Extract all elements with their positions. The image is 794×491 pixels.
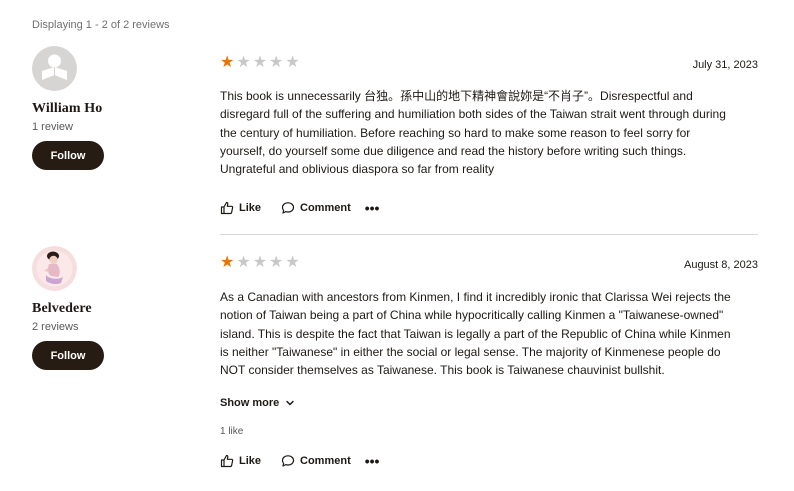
like-button[interactable]: Like — [220, 454, 261, 468]
illustrated-portrait-avatar-icon — [32, 246, 77, 291]
thumbs-up-icon — [220, 202, 234, 215]
follow-button[interactable]: Follow — [32, 141, 104, 170]
comment-bubble-icon — [281, 455, 295, 468]
comment-label: Comment — [300, 202, 351, 215]
review-actions: Like Comment ••• — [220, 451, 758, 471]
review-date[interactable]: August 8, 2023 — [684, 259, 758, 271]
avatar[interactable] — [32, 246, 77, 291]
star-empty-icon: ★ — [285, 254, 300, 271]
comment-bubble-icon — [281, 202, 295, 215]
reviewer-profile: William Ho 1 review Follow — [32, 46, 192, 170]
rating-row: ★ ★ ★ ★ ★ July 31, 2023 — [220, 46, 758, 72]
star-filled-icon: ★ — [220, 254, 235, 271]
star-empty-icon: ★ — [269, 54, 284, 71]
comment-label: Comment — [300, 455, 351, 468]
star-empty-icon: ★ — [252, 54, 268, 71]
star-empty-icon: ★ — [269, 254, 284, 271]
star-empty-icon: ★ — [236, 254, 251, 271]
review-text-line: This book is unnecessarily 台独。孫中山的地下精神會說… — [220, 89, 693, 103]
like-label: Like — [239, 455, 262, 468]
review-text-line: Ungrateful and oblivious diaspora so far… — [220, 162, 495, 177]
review-actions: Like Comment ••• — [220, 198, 758, 218]
avatar[interactable] — [32, 46, 77, 91]
review-text-line: NOT consider themselves as Taiwanese. Th… — [220, 363, 665, 378]
rating-row: ★ ★ ★ ★ ★ August 8, 2023 — [220, 246, 758, 272]
review-text-line: is neither "Taiwanese" in either the soc… — [220, 344, 721, 359]
review-text-line: notion of Taiwan being a part of China w… — [220, 308, 724, 323]
default-reader-avatar-icon — [32, 46, 77, 91]
likes-count[interactable]: 1 like — [220, 426, 758, 437]
display-count: Displaying 1 - 2 of 2 reviews — [32, 19, 170, 31]
review-content: ★ ★ ★ ★ ★ August 8, 2023 As a Canadian w… — [220, 246, 758, 471]
show-more-label: Show more — [220, 397, 280, 410]
reviewer-name[interactable]: Belvedere — [32, 301, 192, 317]
thumbs-up-icon — [220, 455, 234, 468]
like-label: Like — [239, 202, 262, 215]
review-date[interactable]: July 31, 2023 — [693, 59, 758, 71]
star-empty-icon: ★ — [252, 254, 268, 271]
review-text: As a Canadian with ancestors from Kinmen… — [220, 288, 758, 379]
reviewer-review-count[interactable]: 1 review — [32, 121, 192, 133]
star-empty-icon: ★ — [285, 54, 300, 71]
review-divider — [220, 234, 758, 235]
chevron-down-icon — [286, 401, 295, 406]
review-text-line: As a Canadian with ancestors from Kinmen… — [220, 290, 731, 304]
show-more-button[interactable]: Show more — [220, 397, 758, 409]
more-options-icon[interactable]: ••• — [365, 453, 380, 469]
follow-button[interactable]: Follow — [32, 341, 104, 370]
reviewer-name[interactable]: William Ho — [32, 101, 192, 117]
review-text-line: yourself, do yourself some due diligence… — [220, 143, 687, 158]
review-content: ★ ★ ★ ★ ★ July 31, 2023 This book is unn… — [220, 46, 758, 218]
star-filled-icon: ★ — [220, 54, 235, 71]
review-text-line: the century of humiliation. Before reach… — [220, 125, 691, 140]
review-text-line: disregard full of the suffering and humi… — [220, 107, 726, 122]
star-empty-icon: ★ — [236, 54, 251, 71]
comment-button[interactable]: Comment — [281, 454, 351, 468]
star-rating: ★ ★ ★ ★ ★ — [220, 255, 300, 271]
more-options-icon[interactable]: ••• — [365, 200, 380, 216]
reviewer-review-count[interactable]: 2 reviews — [32, 321, 192, 333]
reviewer-profile: Belvedere 2 reviews Follow — [32, 246, 192, 370]
comment-button[interactable]: Comment — [281, 201, 351, 215]
like-button[interactable]: Like — [220, 201, 261, 215]
review-text: This book is unnecessarily 台独。孫中山的地下精神會說… — [220, 87, 758, 178]
star-rating: ★ ★ ★ ★ ★ — [220, 55, 300, 71]
review-text-line: island. This is despite the fact that Ta… — [220, 326, 731, 341]
